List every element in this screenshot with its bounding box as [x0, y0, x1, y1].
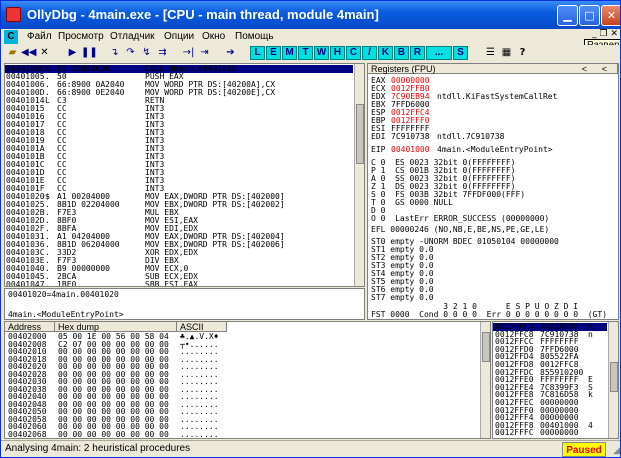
- disasm-instruction: MOV WORD PTR DS:[40200E],CX: [145, 88, 276, 97]
- register-note: ntdll.KiFastSystemCallRet: [437, 92, 558, 101]
- menu-window[interactable]: Окно: [202, 31, 225, 42]
- grid-icon[interactable]: ▦: [499, 46, 514, 60]
- trace-into-icon[interactable]: ↯: [139, 46, 154, 60]
- fcw-row: FCW 027F Prec NEAR,53 Mask 1 1 1 1 1 1: [371, 318, 578, 319]
- register-value: 7C910738: [391, 132, 430, 141]
- toolbar-source-button[interactable]: S: [453, 46, 468, 60]
- execute-till-return-icon[interactable]: →|: [181, 46, 196, 60]
- eip-value: 00401000: [391, 145, 430, 154]
- eip-note: 4main.<ModuleEntryPoint>: [437, 145, 553, 154]
- menu-bar: C Файл Просмотр Отладчик Опции Окно Помо…: [1, 29, 620, 45]
- dump-pane[interactable]: Address Hex dump ASCII 00402000 05 00 1E …: [4, 321, 491, 439]
- dump-header-address[interactable]: Address: [5, 322, 55, 332]
- fpu-register-row: ST7 empty 0.0: [371, 293, 434, 302]
- dump-scroll-thumb[interactable]: [482, 332, 490, 362]
- open-icon[interactable]: ▰: [5, 46, 20, 60]
- menu-debugger[interactable]: Отладчик: [110, 31, 155, 42]
- toolbar-windows-button[interactable]: W: [314, 46, 329, 60]
- disasm-mark: L: [45, 96, 50, 105]
- minimize-button[interactable]: ▁: [557, 5, 578, 26]
- mdi-restore-icon[interactable]: ❐: [600, 29, 608, 39]
- status-bar: Analysing 4main: 2 heuristical procedure…: [1, 440, 620, 457]
- dump-ascii: ........: [180, 429, 219, 439]
- menu-options[interactable]: Опции: [164, 31, 194, 42]
- stack-address: 0012FFFC: [495, 428, 534, 438]
- maximize-button[interactable]: □: [579, 5, 600, 26]
- registers-pane[interactable]: Registers (FPU) < < EAX 00000000 ECX 0012FF…: [367, 63, 619, 320]
- info-line-1: 00401020=4main.00401020: [8, 290, 119, 299]
- toolbar: ▰ ◀◀ ✕ ▶ ❚❚ ↴ ↷ ↯ ⇉ →| ⇥ ➔ L E M T W H C…: [1, 45, 620, 61]
- step-over-icon[interactable]: ↷: [123, 46, 138, 60]
- window-title: OllyDbg - 4main.exe - [CPU - main thread…: [27, 7, 379, 22]
- disasm-hex: 66:8900 0E2040: [57, 88, 125, 97]
- toolbar-threads-button[interactable]: T: [298, 46, 313, 60]
- disasm-mark: .: [45, 280, 50, 287]
- dump-hex: 00 00 00 00 00 00 00 00: [58, 429, 169, 439]
- help-icon[interactable]: ?: [515, 46, 530, 60]
- dump-header-hex[interactable]: Hex dump: [55, 322, 177, 332]
- stack-scroll-thumb[interactable]: [610, 362, 618, 392]
- close-button[interactable]: ✕: [601, 5, 620, 26]
- dump-header-ascii[interactable]: ASCII: [177, 322, 227, 332]
- flag-row: O 0 LastErr ERROR_SUCCESS (00000000): [371, 214, 550, 223]
- toolbar-references-button[interactable]: R: [410, 46, 425, 60]
- efl-row: EFL 00000246 (NO,NB,E,BE,NS,PE,GE,LE): [371, 225, 550, 234]
- toolbar-log-button[interactable]: L: [250, 46, 265, 60]
- toolbar-call-stack-button[interactable]: K: [378, 46, 393, 60]
- disassembly-scrollbar[interactable]: [354, 64, 364, 286]
- stack-value: 00000000: [540, 428, 579, 438]
- eip-name: EIP: [371, 145, 386, 154]
- title-bar[interactable]: OllyDbg - 4main.exe - [CPU - main thread…: [1, 1, 620, 29]
- step-into-icon[interactable]: ↴: [107, 46, 122, 60]
- resize-grip-icon[interactable]: ◢: [613, 445, 620, 456]
- menu-help[interactable]: Помощь: [235, 31, 274, 42]
- dump-row[interactable]: 00402068 00 00 00 00 00 00 00 00........: [5, 429, 475, 439]
- toolbar-handles-button[interactable]: H: [330, 46, 345, 60]
- info-line-2: 4main.<ModuleEntryPoint>: [8, 310, 124, 319]
- toolbar-breakpoints-button[interactable]: B: [394, 46, 409, 60]
- disasm-address: 00401047: [6, 280, 45, 287]
- ollydbg-window: OllyDbg - 4main.exe - [CPU - main thread…: [0, 0, 621, 458]
- mdi-minimize-icon[interactable]: _: [592, 29, 597, 39]
- go-to-icon[interactable]: ⇥: [197, 46, 212, 60]
- trace-over-icon[interactable]: ⇉: [155, 46, 170, 60]
- stack-scrollbar[interactable]: [608, 322, 618, 438]
- stack-row[interactable]: 0012FFFC 00000000: [493, 429, 607, 437]
- menu-file[interactable]: Файл: [27, 31, 52, 42]
- cpu-window-icon[interactable]: C: [4, 30, 18, 44]
- registers-prev-icon[interactable]: <: [582, 64, 587, 74]
- toolbar-patches-button[interactable]: /: [362, 46, 377, 60]
- menu-view[interactable]: Просмотр: [58, 31, 104, 42]
- toolbar-run-trace-button[interactable]: ...: [426, 46, 452, 60]
- animate-icon[interactable]: ➔: [223, 46, 238, 60]
- mdi-close-icon[interactable]: ✕: [610, 29, 618, 39]
- register-note: ntdll.7C910738: [437, 132, 505, 141]
- status-text: Analysing 4main: 2 heuristical procedure…: [5, 443, 191, 454]
- run-icon[interactable]: ▶: [65, 46, 80, 60]
- disasm-hex: 1BF0: [57, 280, 77, 287]
- dump-scrollbar[interactable]: [480, 322, 490, 438]
- debug-state-badge: Paused: [562, 442, 606, 457]
- disassembly-scroll-thumb[interactable]: [356, 104, 364, 164]
- toolbar-memory-button[interactable]: M: [282, 46, 297, 60]
- register-name: EDI: [371, 132, 386, 141]
- app-icon[interactable]: [6, 7, 21, 22]
- toolbar-cpu-button[interactable]: C: [346, 46, 361, 60]
- registers-title: Registers (FPU): [371, 64, 436, 74]
- restart-icon[interactable]: ◀◀: [21, 46, 36, 60]
- stack-pane[interactable]: 0012FFC4 7C816D4F R 0012FFC8 7C910738 n 0012FF…: [492, 321, 619, 439]
- pause-icon[interactable]: ❚❚: [81, 46, 98, 60]
- disassembly-pane[interactable]: 00401000 $ E8 1B000000 CALL 4main.00401020 0…: [4, 63, 365, 287]
- disasm-row[interactable]: 00401047. 1BF0 SBB ESI,EAX: [5, 281, 353, 287]
- stop-icon[interactable]: ✕: [37, 46, 52, 60]
- toolbar-executable-modules-button[interactable]: E: [266, 46, 281, 60]
- disasm-instruction: SBB ESI,EAX: [145, 280, 198, 287]
- dump-address: 00402068: [8, 429, 47, 439]
- info-pane[interactable]: 00401020=4main.00401020 4main.<ModuleEnt…: [4, 288, 365, 320]
- registers-next-icon[interactable]: <: [602, 64, 607, 74]
- registers-header[interactable]: Registers (FPU) < <: [368, 64, 618, 74]
- list-icon[interactable]: ☰: [483, 46, 498, 60]
